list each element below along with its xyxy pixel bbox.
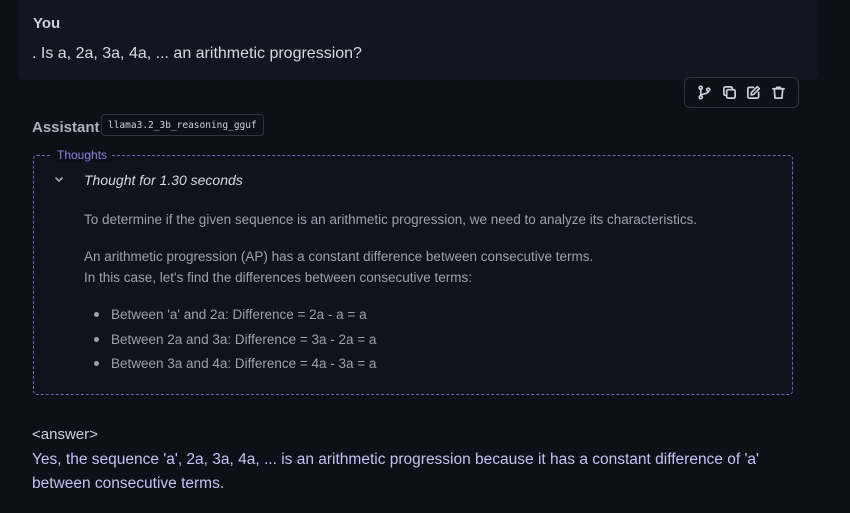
thought-paragraph-2-line-1: An arithmetic progression (AP) has a con… <box>84 249 594 264</box>
list-item: Between 'a' and 2a: Difference = 2a - a … <box>93 306 376 331</box>
user-name: You <box>33 15 61 32</box>
collapse-thoughts-toggle[interactable] <box>52 172 66 186</box>
difference-list: Between 'a' and 2a: Difference = 2a - a … <box>93 306 376 380</box>
edit-icon <box>747 85 761 99</box>
message-toolbar <box>684 77 799 108</box>
list-item: Between 3a and 4a: Difference = 4a - 3a … <box>93 355 376 380</box>
thought-paragraph-1: To determine if the given sequence is an… <box>84 212 698 227</box>
chat-page: You . Is a, 2a, 3a, 4a, ... an arithmeti… <box>0 0 850 513</box>
copy-button[interactable] <box>718 82 740 104</box>
edit-button[interactable] <box>743 82 765 104</box>
chevron-down-icon <box>54 176 64 183</box>
delete-button[interactable] <box>767 82 789 104</box>
copy-icon <box>722 86 736 99</box>
trash-icon <box>771 86 785 99</box>
answer-tag: <answer> <box>32 426 98 443</box>
user-message-text: . Is a, 2a, 3a, 4a, ... an arithmetic pr… <box>32 45 362 62</box>
branch-button[interactable] <box>694 82 716 104</box>
assistant-name: Assistant <box>32 119 100 136</box>
user-message: You . Is a, 2a, 3a, 4a, ... an arithmeti… <box>18 0 818 80</box>
branch-icon <box>698 85 711 100</box>
list-item: Between 2a and 3a: Difference = 3a - 2a … <box>93 331 376 356</box>
thought-duration: Thought for 1.30 seconds <box>84 172 243 188</box>
thought-paragraph-2-line-2: In this case, let's find the differences… <box>84 270 473 285</box>
answer-text: Yes, the sequence 'a', 2a, 3a, 4a, ... i… <box>32 451 760 492</box>
model-badge: llama3.2_3b_reasoning_gguf <box>101 114 264 136</box>
thoughts-legend: Thoughts <box>52 148 113 162</box>
